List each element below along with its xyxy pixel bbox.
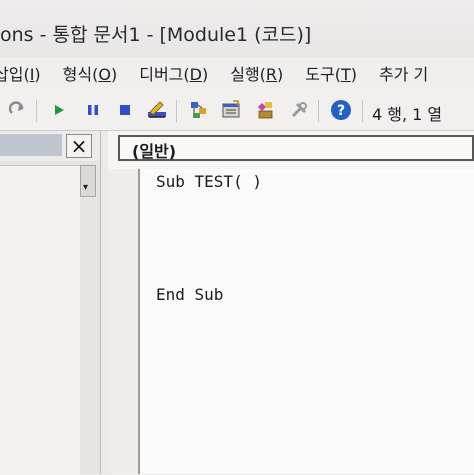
toolbar-separator xyxy=(362,100,363,122)
menu-run[interactable]: 실행(R) xyxy=(230,67,283,83)
code-editor[interactable]: Sub TEST( ) End Sub xyxy=(140,169,474,474)
project-explorer-icon[interactable] xyxy=(188,99,210,121)
project-explorer-header: × xyxy=(0,131,100,161)
toolbar-separator xyxy=(318,100,319,122)
svg-text:?: ? xyxy=(337,103,345,119)
margin-indicator-bar[interactable] xyxy=(108,169,140,474)
code-line[interactable]: End Sub xyxy=(156,285,223,304)
object-dropdown-value: (일반) xyxy=(132,142,177,161)
toolbox-icon[interactable] xyxy=(288,99,310,121)
redo-icon[interactable] xyxy=(6,99,28,121)
toolbar-separator xyxy=(176,100,177,122)
tree-scrollbar[interactable]: ▾ xyxy=(80,165,96,197)
break-icon[interactable] xyxy=(82,99,104,121)
code-line[interactable]: Sub TEST( ) xyxy=(156,172,262,191)
menu-addins[interactable]: 추가 기 xyxy=(379,67,428,83)
window-title: ons - 통합 문서1 - [Module1 (코드)] xyxy=(0,24,312,46)
menu-tools[interactable]: 도구(T) xyxy=(305,67,357,83)
project-explorer-caption xyxy=(0,134,62,156)
reset-icon[interactable] xyxy=(114,99,136,121)
scroll-down-icon: ▾ xyxy=(83,182,89,193)
object-browser-icon[interactable] xyxy=(254,99,276,121)
project-tree[interactable] xyxy=(0,165,80,475)
menu-insert[interactable]: 삽입(I) xyxy=(0,67,41,83)
help-icon[interactable]: ? xyxy=(330,99,352,121)
properties-window-icon[interactable] xyxy=(220,99,242,121)
menu-debug[interactable]: 디버그(D) xyxy=(139,67,208,83)
cursor-position-indicator: 4 행, 1 열 xyxy=(372,105,443,124)
run-icon[interactable] xyxy=(48,99,70,121)
design-mode-icon[interactable] xyxy=(146,99,168,121)
close-pane-button[interactable]: × xyxy=(66,134,92,158)
menu-format[interactable]: 형식(O) xyxy=(63,67,118,83)
project-explorer-pane: × ▾ xyxy=(0,131,101,475)
title-bar: ons - 통합 문서1 - [Module1 (코드)] xyxy=(0,0,474,59)
menu-bar: 삽입(I) 형식(O) 디버그(D) 실행(R) 도구(T) 추가 기 xyxy=(0,58,474,93)
toolbar-separator xyxy=(36,100,37,122)
object-dropdown[interactable]: (일반) xyxy=(118,135,474,161)
code-window: (일반) Sub TEST( ) End Sub xyxy=(108,131,474,474)
